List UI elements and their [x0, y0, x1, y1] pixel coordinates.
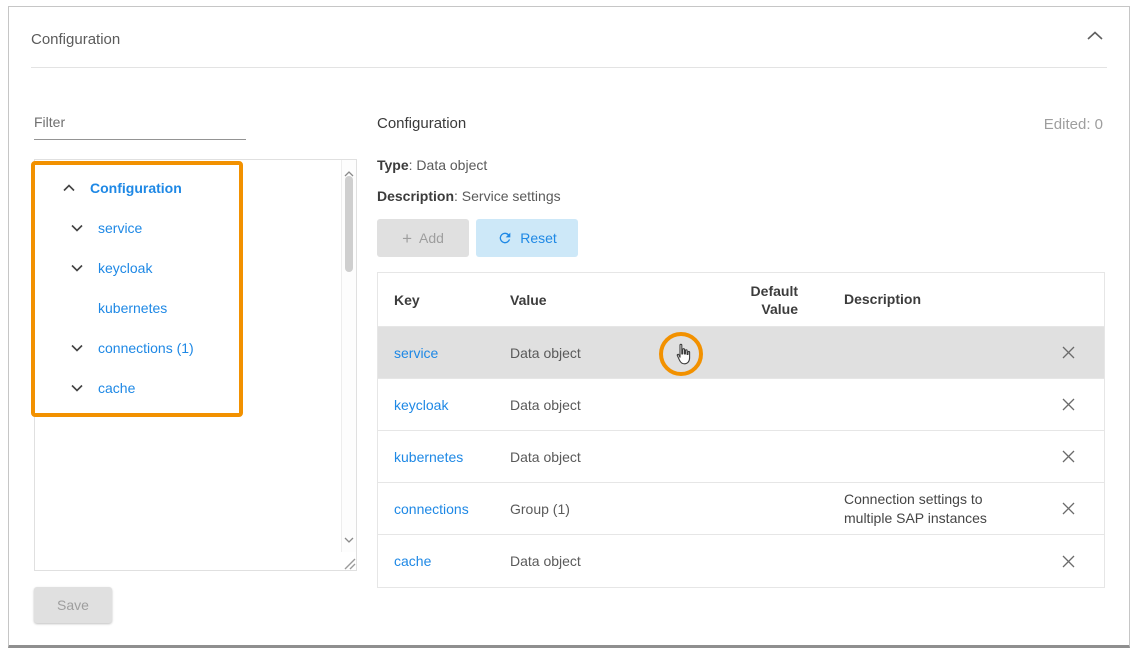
tree-item-label: kubernetes [98, 300, 167, 316]
type-value: : Data object [409, 157, 488, 173]
tree-item-label: connections (1) [98, 340, 194, 356]
table-row-cache[interactable]: cache Data object [378, 535, 1104, 587]
config-table: Key Value Default Value Description serv… [377, 272, 1105, 588]
row-key[interactable]: connections [378, 501, 510, 517]
table-row-kubernetes[interactable]: kubernetes Data object [378, 431, 1104, 483]
close-icon [1061, 501, 1076, 516]
refresh-icon [497, 230, 513, 246]
description-line: Description: Service settings [377, 188, 561, 204]
column-header-description: Description [798, 290, 1032, 309]
delete-row-button[interactable] [1059, 395, 1078, 414]
tree-item-configuration[interactable]: Configuration [35, 168, 356, 208]
close-icon [1061, 554, 1076, 569]
chevron-up-icon [1087, 31, 1103, 40]
tree-item-label: Configuration [90, 180, 182, 196]
reset-button[interactable]: Reset [476, 219, 578, 257]
collapse-panel-button[interactable] [1087, 31, 1103, 40]
scrollbar-thumb[interactable] [345, 176, 353, 272]
row-key[interactable]: keycloak [378, 397, 510, 413]
reset-button-label: Reset [520, 230, 557, 246]
chevron-up-icon[interactable] [63, 184, 82, 192]
tree-item-connections[interactable]: connections (1) [35, 328, 356, 368]
close-icon [1061, 449, 1076, 464]
selected-node-title: Configuration [377, 115, 466, 132]
tree-item-service[interactable]: service [35, 208, 356, 248]
type-line: Type: Data object [377, 157, 487, 173]
column-header-default-value: Default Value [723, 282, 798, 318]
save-button[interactable]: Save [34, 587, 112, 623]
resize-grip[interactable] [341, 555, 356, 570]
row-value: Group (1) [510, 501, 723, 517]
chevron-down-icon[interactable] [71, 224, 90, 232]
tree-item-keycloak[interactable]: keycloak [35, 248, 356, 288]
header-divider [31, 67, 1107, 68]
configuration-panel: Configuration Configuration service keyc… [8, 6, 1130, 648]
config-tree: Configuration service keycloak kubernete… [34, 159, 357, 571]
table-header-row: Key Value Default Value Description [378, 273, 1104, 327]
row-value: Data object [510, 449, 723, 465]
close-icon [1061, 397, 1076, 412]
row-value: Data object [510, 397, 723, 413]
filter-input[interactable] [34, 104, 246, 140]
column-header-value: Value [510, 292, 723, 308]
row-value: Data object [510, 345, 723, 361]
panel-title: Configuration [31, 31, 120, 48]
chevron-down-icon[interactable] [71, 264, 90, 272]
tree-item-cache[interactable]: cache [35, 368, 356, 408]
tree-scrollbar[interactable] [341, 160, 356, 552]
tree-item-label: service [98, 220, 142, 236]
delete-row-button[interactable] [1059, 447, 1078, 466]
delete-row-button[interactable] [1059, 499, 1078, 518]
scroll-down-icon[interactable] [344, 530, 354, 548]
plus-icon: + [402, 230, 412, 247]
delete-row-button[interactable] [1059, 343, 1078, 362]
tree-item-label: keycloak [98, 260, 152, 276]
description-label: Description [377, 188, 454, 204]
description-value: : Service settings [454, 188, 561, 204]
column-header-key: Key [378, 292, 510, 308]
type-label: Type [377, 157, 409, 173]
edited-counter: Edited: 0 [1044, 116, 1103, 133]
tree-item-kubernetes[interactable]: kubernetes [35, 288, 356, 328]
chevron-down-icon[interactable] [71, 344, 90, 352]
add-button-label: Add [419, 230, 444, 246]
row-key[interactable]: service [378, 345, 510, 361]
table-row-keycloak[interactable]: keycloak Data object [378, 379, 1104, 431]
row-value: Data object [510, 553, 723, 569]
tree-item-label: cache [98, 380, 135, 396]
table-row-connections[interactable]: connections Group (1) Connection setting… [378, 483, 1104, 535]
add-button[interactable]: + Add [377, 219, 469, 257]
row-key[interactable]: cache [378, 553, 510, 569]
chevron-down-icon[interactable] [71, 384, 90, 392]
delete-row-button[interactable] [1059, 552, 1078, 571]
row-key[interactable]: kubernetes [378, 449, 510, 465]
table-row-service[interactable]: service Data object [378, 327, 1104, 379]
close-icon [1061, 345, 1076, 360]
row-description: Connection settings to multiple SAP inst… [798, 490, 1032, 528]
